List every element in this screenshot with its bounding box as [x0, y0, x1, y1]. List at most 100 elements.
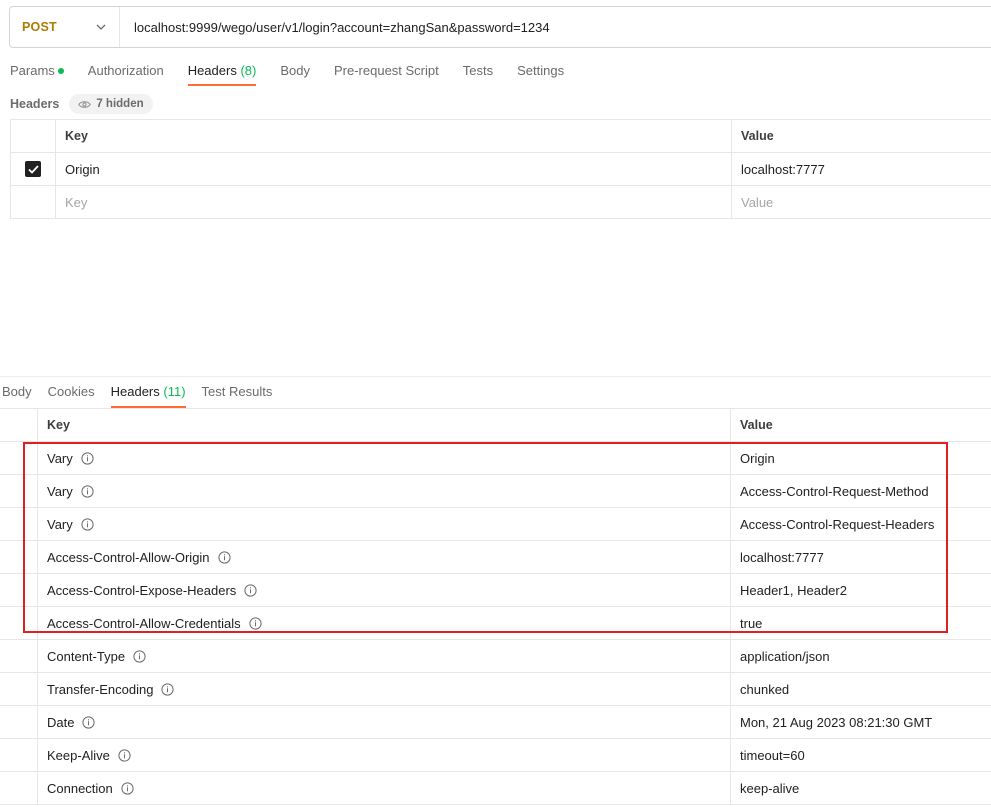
- info-icon[interactable]: [118, 748, 131, 762]
- response-header-key-cell: Vary: [38, 475, 731, 507]
- response-header-value-cell: Mon, 21 Aug 2023 08:21:30 GMT: [740, 714, 933, 730]
- key-column-header: Key: [56, 120, 732, 152]
- header-key-cell[interactable]: Origin: [56, 153, 732, 185]
- header-value-cell[interactable]: localhost:7777: [732, 153, 991, 185]
- response-header-key-cell: Keep-Alive: [38, 739, 731, 771]
- tab-label: Cookies: [47, 384, 95, 399]
- table-row: Access-Control-Allow-Credentials true: [0, 607, 991, 640]
- info-icon[interactable]: [161, 682, 175, 696]
- response-header-value-cell: keep-alive: [740, 780, 800, 796]
- key-column-header: Key: [38, 409, 731, 441]
- tab-label: Body: [2, 384, 32, 399]
- response-header-key-cell: Vary: [38, 442, 731, 474]
- table-row: Vary Origin: [0, 442, 991, 475]
- row-checkbox[interactable]: [25, 161, 41, 177]
- header-key: Connection: [47, 780, 113, 796]
- table-row: Origin localhost:7777: [11, 153, 991, 186]
- row-checkbox-cell: [11, 186, 56, 218]
- tab-authorization[interactable]: Authorization: [88, 56, 164, 86]
- row-gutter: [0, 442, 38, 474]
- tab-pre-request-script[interactable]: Pre-request Script: [334, 56, 439, 86]
- response-header-value-cell: timeout=60: [740, 747, 805, 763]
- response-tabs: Body Cookies Headers (11) Test Results: [2, 377, 288, 408]
- table-header-row: Key Value: [11, 120, 991, 153]
- info-icon[interactable]: [249, 616, 262, 630]
- tab-count: (11): [163, 384, 186, 399]
- response-header-key-cell: Content-Type: [38, 640, 731, 672]
- header-key: Access-Control-Allow-Credentials: [47, 615, 241, 631]
- table-header-row: Key Value: [0, 409, 991, 442]
- table-row: Keep-Alive timeout=60: [0, 739, 991, 772]
- row-gutter: [0, 739, 38, 771]
- tab-tests[interactable]: Tests: [463, 56, 493, 86]
- check-column-header: [11, 120, 56, 152]
- info-icon[interactable]: [244, 583, 257, 597]
- method-select[interactable]: POST: [10, 7, 120, 47]
- response-headers-table: Key Value Vary Origin Vary Access-Control-R…: [0, 408, 991, 805]
- value-column-header: Value: [741, 129, 774, 143]
- table-row: Transfer-Encoding chunked: [0, 673, 991, 706]
- info-icon[interactable]: [133, 649, 146, 663]
- hidden-headers-toggle[interactable]: 7 hidden: [69, 94, 153, 114]
- row-gutter: [0, 574, 38, 606]
- response-header-value-cell: Header1, Header2: [740, 582, 847, 598]
- table-row: Vary Access-Control-Request-Method: [0, 475, 991, 508]
- header-key: Access-Control-Allow-Origin: [47, 549, 210, 565]
- header-key: Transfer-Encoding: [47, 681, 154, 697]
- response-header-value-cell: Access-Control-Request-Method: [740, 483, 929, 499]
- checkmark-icon: [27, 164, 39, 174]
- response-header-value-cell: chunked: [740, 681, 790, 697]
- tab-label: Body: [280, 63, 310, 78]
- url-input[interactable]: [120, 19, 980, 35]
- row-gutter: [0, 607, 38, 639]
- tab-response-headers[interactable]: Headers (11): [110, 377, 186, 408]
- row-checkbox-cell: [11, 153, 56, 185]
- tab-label: Pre-request Script: [333, 63, 439, 78]
- tab-cookies[interactable]: Cookies: [48, 377, 95, 408]
- info-icon[interactable]: [82, 715, 96, 729]
- request-url-bar: POST: [9, 6, 991, 48]
- response-header-key-cell: Transfer-Encoding: [38, 673, 731, 705]
- info-icon[interactable]: [121, 781, 134, 795]
- new-key-input[interactable]: Key: [56, 186, 732, 218]
- info-icon[interactable]: [81, 517, 94, 531]
- response-header-key-cell: Connection: [38, 772, 731, 804]
- tab-body[interactable]: Body: [280, 56, 310, 86]
- tab-label: Headers: [110, 384, 160, 399]
- header-key: Date: [47, 714, 75, 730]
- row-gutter: [0, 772, 38, 804]
- response-header-key-cell: Date: [38, 706, 731, 738]
- info-icon[interactable]: [81, 484, 94, 498]
- response-header-key-cell: Access-Control-Allow-Credentials: [38, 607, 731, 639]
- header-key: Keep-Alive: [47, 747, 110, 763]
- header-key: Vary: [47, 483, 73, 499]
- response-header-key-cell: Vary: [38, 508, 731, 540]
- tab-response-body[interactable]: Body: [2, 377, 32, 408]
- headers-title: Headers: [10, 97, 60, 111]
- row-gutter: [0, 541, 38, 573]
- table-row: Content-Type application/json: [0, 640, 991, 673]
- hidden-count-label: 7 hidden: [96, 98, 144, 110]
- table-row: Date Mon, 21 Aug 2023 08:21:30 GMT: [0, 706, 991, 739]
- response-header-value-cell: Access-Control-Request-Headers: [740, 516, 935, 532]
- request-headers-table: Key Value Origin localhost:7777 Key Valu…: [10, 119, 991, 219]
- header-key: Vary: [47, 516, 73, 532]
- new-value-input[interactable]: Value: [732, 186, 991, 218]
- tab-label: Tests: [462, 63, 494, 78]
- row-gutter: [0, 706, 38, 738]
- tab-label: Test Results: [201, 384, 273, 399]
- row-gutter: [0, 475, 38, 507]
- tab-headers[interactable]: Headers (8): [187, 56, 256, 86]
- tab-params[interactable]: Params: [10, 56, 64, 86]
- tab-test-results[interactable]: Test Results: [202, 377, 273, 408]
- table-row: Access-Control-Expose-Headers Header1, He…: [0, 574, 991, 607]
- value-column-header: Value: [740, 418, 773, 432]
- row-gutter: [0, 508, 38, 540]
- table-row: Vary Access-Control-Request-Headers: [0, 508, 991, 541]
- response-header-value-cell: localhost:7777: [740, 549, 824, 565]
- info-icon[interactable]: [81, 451, 94, 465]
- header-key: Content-Type: [47, 648, 126, 664]
- tab-settings[interactable]: Settings: [517, 56, 564, 86]
- info-icon[interactable]: [217, 550, 231, 564]
- header-key: Access-Control-Expose-Headers: [47, 582, 237, 598]
